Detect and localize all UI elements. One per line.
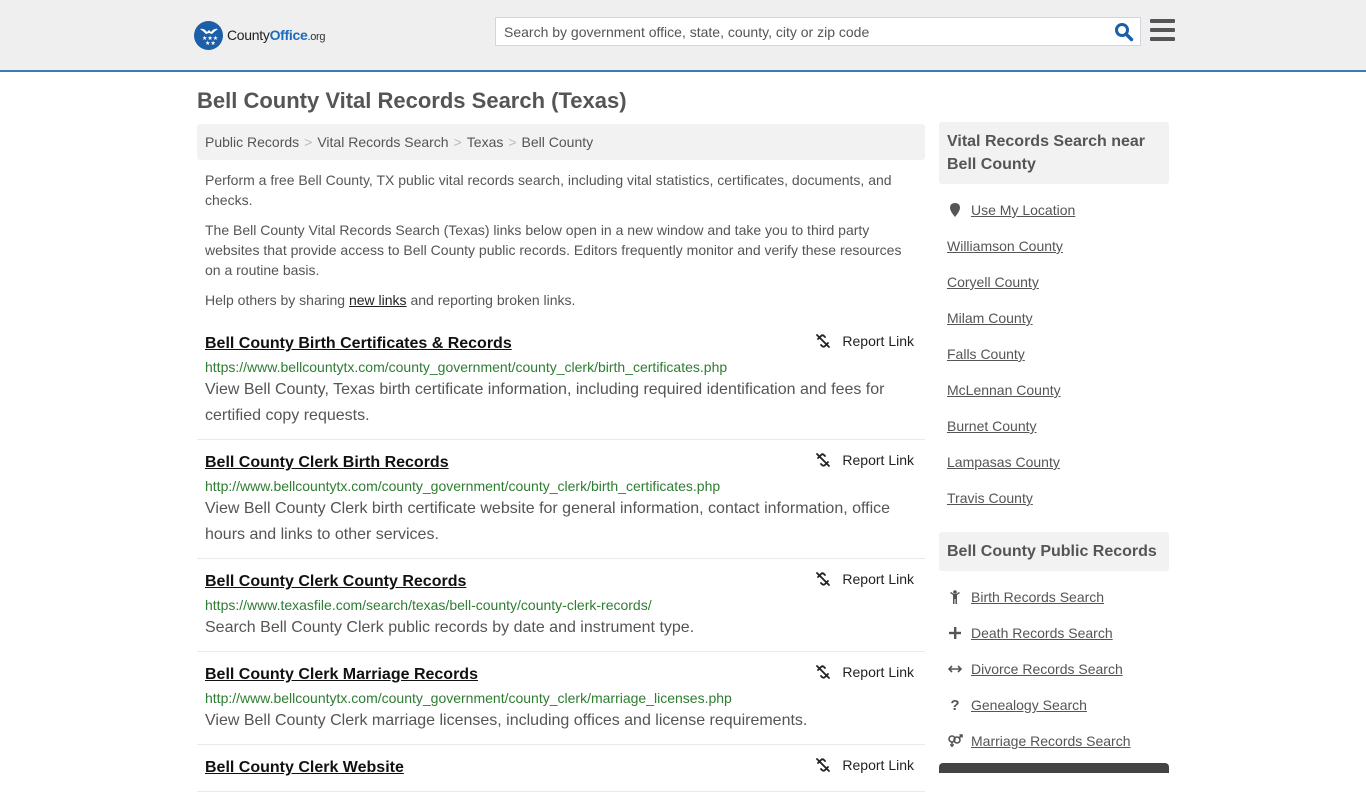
arrows-horizontal-icon — [947, 661, 963, 677]
map-marker-icon — [947, 202, 963, 218]
hamburger-menu-icon[interactable] — [1150, 19, 1175, 41]
public-record-item: Divorce Records Search — [947, 651, 1161, 687]
public-record-item: Marriage Records Search — [947, 723, 1161, 759]
divorce-records-search-link[interactable]: Divorce Records Search — [971, 661, 1123, 677]
breadcrumb: Public Records > Vital Records Search > Texa… — [197, 124, 925, 160]
intro-paragraph: The Bell County Vital Records Search (Te… — [205, 222, 902, 278]
nearby-county-item: Coryell County — [947, 264, 1161, 300]
report-link-button[interactable]: Report Link — [815, 757, 914, 773]
marriage-symbol-icon — [947, 733, 963, 749]
site-header: ★★★ ★★ CountyOffice.org — [0, 0, 1366, 72]
nearby-county-item: Lampasas County — [947, 444, 1161, 480]
public-record-item: Birth Records Search — [947, 579, 1161, 615]
result-item: Bell County Clerk County Records Report … — [197, 565, 925, 652]
intro-paragraph: Perform a free Bell County, TX public vi… — [205, 172, 892, 208]
broken-link-icon — [816, 453, 831, 467]
nearby-county-item: McLennan County — [947, 372, 1161, 408]
nearby-county-link[interactable]: Williamson County — [947, 238, 1063, 254]
result-description: View Bell County Clerk birth certificate… — [205, 500, 891, 543]
public-records-heading: Bell County Public Records — [939, 532, 1169, 571]
nearby-county-link[interactable]: McLennan County — [947, 382, 1061, 398]
public-records-list: Birth Records Search Death Records Searc… — [939, 571, 1169, 759]
question-icon: ? — [950, 696, 960, 714]
result-description: View Bell County Clerk marriage licenses… — [205, 712, 808, 729]
search-icon[interactable] — [1114, 22, 1134, 42]
breadcrumb-public-records[interactable]: Public Records — [205, 134, 299, 150]
breadcrumb-texas[interactable]: Texas — [467, 134, 504, 150]
breadcrumb-vital-records-search[interactable]: Vital Records Search — [317, 134, 448, 150]
result-item: Bell County Clerk Marriage Records Repor… — [197, 658, 925, 745]
sidebar-next-section-header — [939, 763, 1169, 773]
search-input[interactable] — [496, 18, 1106, 45]
result-description: View Bell County, Texas birth certificat… — [205, 381, 885, 424]
nearby-county-link[interactable]: Milam County — [947, 310, 1033, 326]
nearby-county-item: Falls County — [947, 336, 1161, 372]
use-my-location-item: Use My Location — [947, 192, 1161, 228]
public-record-item: Death Records Search — [947, 615, 1161, 651]
nearby-county-link[interactable]: Coryell County — [947, 274, 1039, 290]
genealogy-search-link[interactable]: Genealogy Search — [971, 697, 1087, 713]
intro-text: Perform a free Bell County, TX public vi… — [205, 170, 915, 320]
broken-link-icon — [816, 665, 831, 679]
public-record-item: ? Genealogy Search — [947, 687, 1161, 723]
death-records-search-link[interactable]: Death Records Search — [971, 625, 1113, 641]
public-records-section: Bell County Public Records Birth Records… — [939, 532, 1169, 759]
site-logo[interactable]: ★★★ ★★ CountyOffice.org — [194, 20, 326, 50]
report-link-button[interactable]: Report Link — [815, 452, 914, 468]
marriage-records-search-link[interactable]: Marriage Records Search — [971, 733, 1131, 749]
plus-icon — [947, 625, 963, 641]
logo-wordmark: CountyOffice.org — [227, 27, 326, 43]
birth-records-search-link[interactable]: Birth Records Search — [971, 589, 1104, 605]
breadcrumb-separator: > — [453, 134, 462, 150]
result-title-link[interactable]: Bell County Clerk Website — [205, 755, 404, 781]
result-item: Bell County Clerk Website Report Link — [197, 751, 925, 792]
report-link-button[interactable]: Report Link — [815, 571, 914, 587]
nearby-county-link[interactable]: Burnet County — [947, 418, 1037, 434]
result-title-link[interactable]: Bell County Clerk County Records — [205, 569, 466, 595]
broken-link-icon — [816, 758, 831, 772]
report-link-button[interactable]: Report Link — [815, 664, 914, 680]
nearby-section: Vital Records Search near Bell County Us… — [939, 122, 1169, 516]
results-list: Bell County Birth Certificates & Records… — [197, 327, 925, 798]
result-url: https://www.texasfile.com/search/texas/b… — [205, 597, 652, 613]
nearby-county-item: Travis County — [947, 480, 1161, 516]
result-url: http://www.bellcountytx.com/county_gover… — [205, 478, 721, 494]
child-icon — [947, 589, 963, 605]
nearby-county-link[interactable]: Lampasas County — [947, 454, 1060, 470]
nearby-county-link[interactable]: Travis County — [947, 490, 1033, 506]
result-description: Search Bell County Clerk public records … — [205, 619, 695, 636]
breadcrumb-bell-county[interactable]: Bell County — [522, 134, 594, 150]
use-my-location-link[interactable]: Use My Location — [971, 202, 1075, 218]
nearby-county-item: Milam County — [947, 300, 1161, 336]
broken-link-icon — [816, 572, 831, 586]
nearby-county-item: Williamson County — [947, 228, 1161, 264]
sidebar: Vital Records Search near Bell County Us… — [939, 122, 1169, 759]
result-url: http://www.bellcountytx.com/county_gover… — [205, 690, 732, 706]
nearby-heading: Vital Records Search near Bell County — [939, 122, 1169, 184]
breadcrumb-separator: > — [508, 134, 517, 150]
result-title-link[interactable]: Bell County Birth Certificates & Records — [205, 331, 512, 357]
page-title: Bell County Vital Records Search (Texas) — [197, 88, 627, 113]
broken-link-icon — [816, 334, 831, 348]
eagle-logo-icon: ★★★ ★★ — [194, 20, 223, 50]
svg-text:★★: ★★ — [205, 40, 216, 46]
site-search — [495, 17, 1141, 46]
nearby-county-item: Burnet County — [947, 408, 1161, 444]
share-links-paragraph: Help others by sharing new links and rep… — [205, 292, 576, 308]
report-link-button[interactable]: Report Link — [815, 333, 914, 349]
result-item: Bell County Birth Certificates & Records… — [197, 327, 925, 440]
nearby-list: Use My Location Williamson County Coryel… — [939, 184, 1169, 516]
breadcrumb-separator: > — [304, 134, 313, 150]
result-title-link[interactable]: Bell County Clerk Birth Records — [205, 450, 449, 476]
result-url: https://www.bellcountytx.com/county_gove… — [205, 359, 728, 375]
new-links-link[interactable]: new links — [349, 292, 407, 308]
result-title-link[interactable]: Bell County Clerk Marriage Records — [205, 662, 478, 688]
nearby-county-link[interactable]: Falls County — [947, 346, 1025, 362]
result-item: Bell County Clerk Birth Records Report L… — [197, 446, 925, 559]
